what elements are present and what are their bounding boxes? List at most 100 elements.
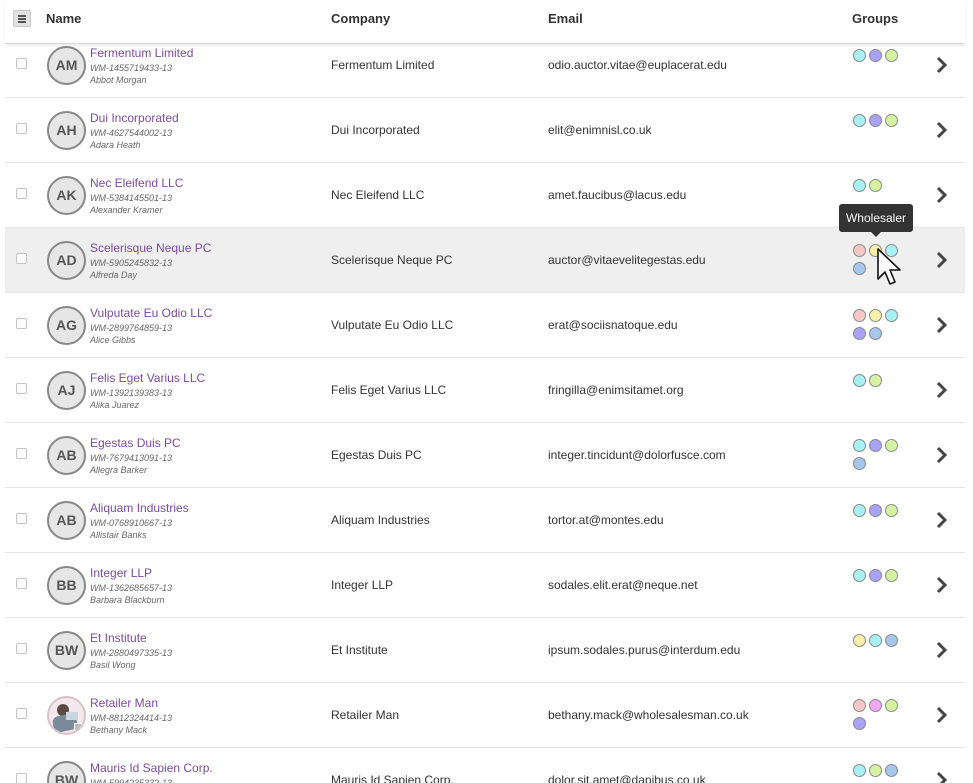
group-dot-purple[interactable] xyxy=(869,504,882,517)
company-cell: Aliquam Industries xyxy=(331,513,430,527)
group-dot-green[interactable] xyxy=(885,49,898,62)
company-cell: Mauris Id Sapien Corp. xyxy=(331,773,454,783)
group-dot-cyan[interactable] xyxy=(853,569,866,582)
group-dot-cyan[interactable] xyxy=(869,634,882,647)
customer-name-link[interactable]: Nec Eleifend LLC xyxy=(90,176,183,190)
table-row[interactable]: AH Dui Incorporated WM-4627544002-13 Adara … xyxy=(5,98,965,163)
row-checkbox[interactable] xyxy=(16,58,27,69)
group-dot-purple[interactable] xyxy=(853,327,866,340)
contact-person: Basil Wong xyxy=(90,660,136,670)
group-dot-pink[interactable] xyxy=(853,309,866,322)
table-row[interactable]: BB Integer LLP WM-1362685657-13 Barbara Bla… xyxy=(5,553,965,618)
row-checkbox[interactable] xyxy=(16,643,27,654)
group-dot-green[interactable] xyxy=(885,439,898,452)
group-dot-purple[interactable] xyxy=(869,49,882,62)
group-dot-purple[interactable] xyxy=(853,717,866,730)
group-dot-blue[interactable] xyxy=(853,457,866,470)
chevron-right-icon[interactable] xyxy=(933,770,951,783)
group-dot-cyan[interactable] xyxy=(853,179,866,192)
row-checkbox[interactable] xyxy=(16,708,27,719)
avatar xyxy=(47,696,86,735)
customer-id: WM-0768910667-13 xyxy=(90,518,173,528)
group-dot-pink[interactable] xyxy=(853,699,866,712)
group-dot-cyan[interactable] xyxy=(853,49,866,62)
table-row[interactable]: AB Egestas Duis PC WM-7679413091-13 Allegra… xyxy=(5,423,965,488)
group-dot-cyan[interactable] xyxy=(885,309,898,322)
chevron-right-icon[interactable] xyxy=(933,185,951,205)
column-header-company[interactable]: Company xyxy=(331,11,390,26)
group-dot-blue[interactable] xyxy=(885,634,898,647)
chevron-right-icon[interactable] xyxy=(933,705,951,725)
customer-name-link[interactable]: Mauris Id Sapien Corp. xyxy=(90,761,213,775)
customer-name-link[interactable]: Scelerisque Neque PC xyxy=(90,241,211,255)
table-row[interactable]: AK Nec Eleifend LLC WM-5384145501-13 Alexan… xyxy=(5,163,965,228)
chevron-right-icon[interactable] xyxy=(933,445,951,465)
chevron-right-icon[interactable] xyxy=(933,575,951,595)
group-dot-purple[interactable] xyxy=(869,569,882,582)
customer-name-link[interactable]: Vulputate Eu Odio LLC xyxy=(90,306,212,320)
customer-name-link[interactable]: Egestas Duis PC xyxy=(90,436,181,450)
table-row[interactable]: BW Et Institute WM-2880497335-13 Basil Wong… xyxy=(5,618,965,683)
group-dot-blue[interactable] xyxy=(853,262,866,275)
group-dot-pink[interactable] xyxy=(853,244,866,257)
chevron-right-icon[interactable] xyxy=(933,120,951,140)
email-cell: ipsum.sodales.purus@interdum.edu xyxy=(548,643,741,657)
group-dot-yellow[interactable] xyxy=(869,309,882,322)
group-dot-blue[interactable] xyxy=(885,764,898,777)
table-row[interactable]: AD Scelerisque Neque PC WM-5905245832-13 Al… xyxy=(5,228,965,293)
chevron-right-icon[interactable] xyxy=(933,380,951,400)
group-dot-cyan[interactable] xyxy=(853,504,866,517)
chevron-right-icon[interactable] xyxy=(933,640,951,660)
column-header-name[interactable]: Name xyxy=(46,11,81,26)
group-dot-purple[interactable] xyxy=(869,439,882,452)
chevron-right-icon[interactable] xyxy=(933,315,951,335)
hamburger-menu-icon[interactable] xyxy=(13,10,31,27)
table-row[interactable]: AJ Felis Eget Varius LLC WM-1392139383-13 A… xyxy=(5,358,965,423)
table-row[interactable]: BW Mauris Id Sapien Corp. WM-5994235332-13… xyxy=(5,748,965,783)
row-checkbox[interactable] xyxy=(16,188,27,199)
customer-name-link[interactable]: Felis Eget Varius LLC xyxy=(90,371,205,385)
group-dot-green[interactable] xyxy=(869,179,882,192)
table-row[interactable]: Retailer Man WM-8812324414-13 Bethany Mack… xyxy=(5,683,965,748)
customer-id: WM-2880497335-13 xyxy=(90,648,173,658)
chevron-right-icon[interactable] xyxy=(933,250,951,270)
table-row[interactable]: AB Aliquam Industries WM-0768910667-13 Alli… xyxy=(5,488,965,553)
avatar: BB xyxy=(47,566,86,605)
customer-id: WM-8812324414-13 xyxy=(90,713,173,723)
customer-name-link[interactable]: Retailer Man xyxy=(90,696,158,710)
group-dot-cyan[interactable] xyxy=(853,114,866,127)
group-dot-green[interactable] xyxy=(869,374,882,387)
column-header-email[interactable]: Email xyxy=(548,11,583,26)
group-dot-green[interactable] xyxy=(885,569,898,582)
row-checkbox[interactable] xyxy=(16,513,27,524)
customer-name-link[interactable]: Fermentum Limited xyxy=(90,46,193,60)
row-checkbox[interactable] xyxy=(16,773,27,783)
row-checkbox[interactable] xyxy=(16,123,27,134)
group-dot-yellow[interactable] xyxy=(853,634,866,647)
group-dot-green[interactable] xyxy=(885,504,898,517)
company-cell: Fermentum Limited xyxy=(331,58,435,72)
row-checkbox[interactable] xyxy=(16,448,27,459)
customer-name-link[interactable]: Integer LLP xyxy=(90,566,152,580)
column-header-groups[interactable]: Groups xyxy=(852,11,898,26)
group-dot-cyan[interactable] xyxy=(853,764,866,777)
customer-name-link[interactable]: Et Institute xyxy=(90,631,147,645)
group-dot-purple[interactable] xyxy=(869,114,882,127)
row-checkbox[interactable] xyxy=(16,318,27,329)
customer-name-link[interactable]: Dui Incorporated xyxy=(90,111,179,125)
email-cell: elit@enimnisl.co.uk xyxy=(548,123,652,137)
group-dot-green[interactable] xyxy=(885,699,898,712)
row-checkbox[interactable] xyxy=(16,253,27,264)
table-row[interactable]: AG Vulputate Eu Odio LLC WM-2899764859-13 A… xyxy=(5,293,965,358)
customer-name-link[interactable]: Aliquam Industries xyxy=(90,501,189,515)
group-dot-magenta[interactable] xyxy=(869,699,882,712)
group-dot-cyan[interactable] xyxy=(853,374,866,387)
row-checkbox[interactable] xyxy=(16,578,27,589)
row-checkbox[interactable] xyxy=(16,383,27,394)
group-dot-blue[interactable] xyxy=(869,327,882,340)
group-dot-green[interactable] xyxy=(885,114,898,127)
group-dot-cyan[interactable] xyxy=(853,439,866,452)
chevron-right-icon[interactable] xyxy=(933,510,951,530)
group-dot-green[interactable] xyxy=(869,764,882,777)
chevron-right-icon[interactable] xyxy=(933,55,951,75)
